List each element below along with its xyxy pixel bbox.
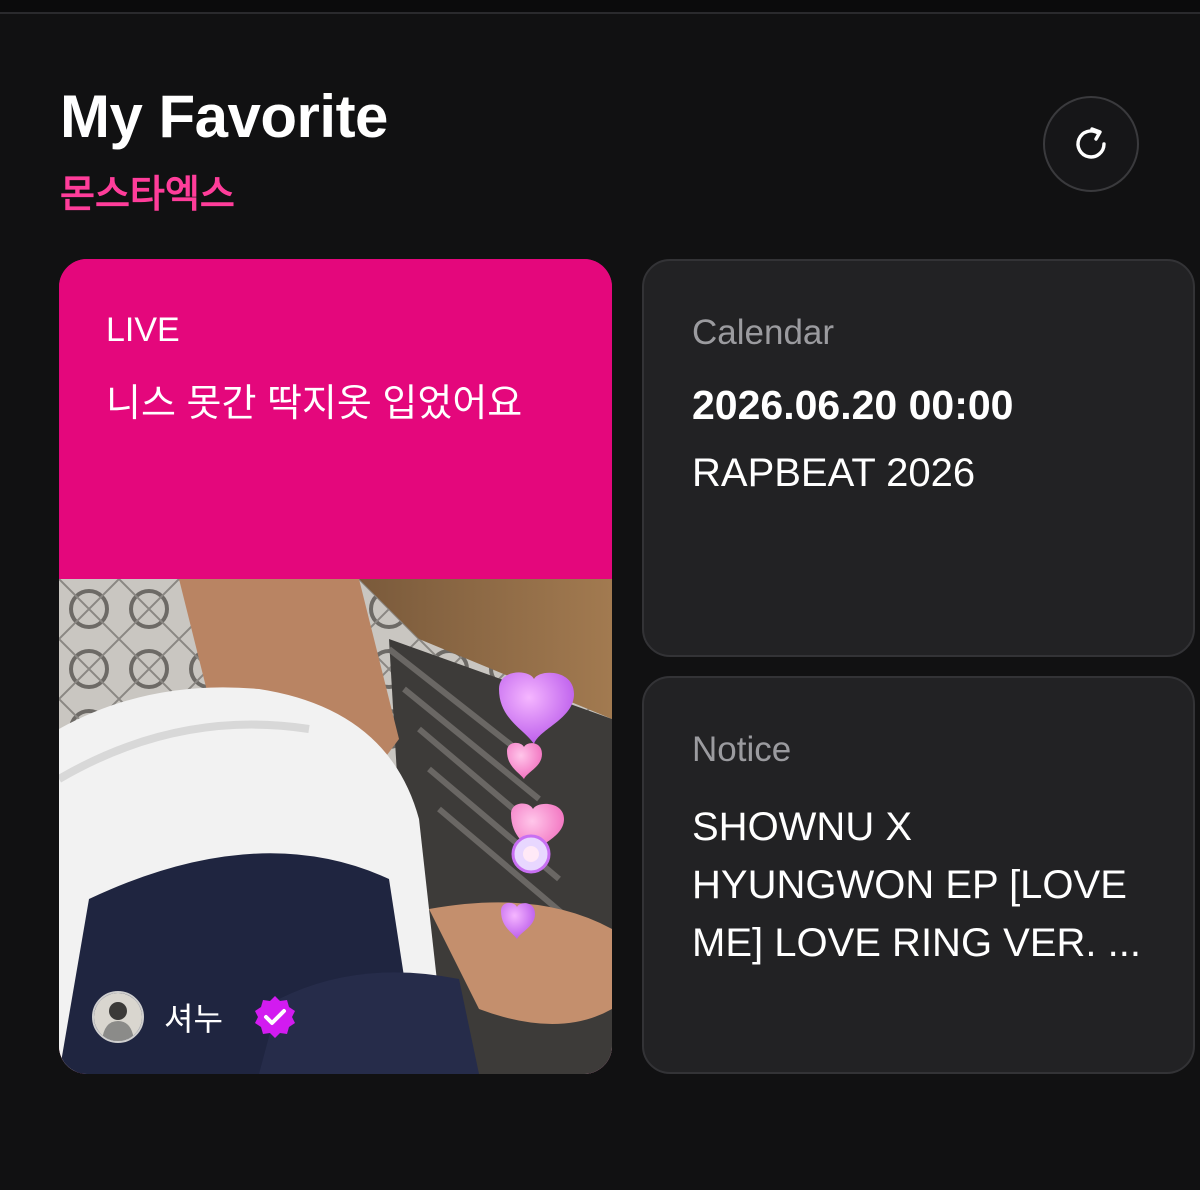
live-title: 니스 못간 딱지옷 입었어요 (106, 383, 523, 425)
refresh-icon (1076, 127, 1106, 159)
calendar-card[interactable]: Calendar 2026.06.20 00:00 RAPBEAT 2026 (642, 259, 1195, 657)
live-card[interactable]: LIVE 니스 못간 딱지옷 입었어요 셔누 (59, 259, 612, 1074)
notice-label: Notice (692, 730, 792, 769)
live-label: LIVE (106, 311, 180, 349)
live-header: LIVE 니스 못간 딱지옷 입었어요 (59, 259, 612, 579)
verified-badge-icon (254, 996, 295, 1038)
notice-text: SHOWNU X HYUNGWON EP [LOVE ME] LOVE RING… (692, 805, 1141, 965)
page-title: My Favorite (60, 83, 388, 150)
calendar-event: RAPBEAT 2026 (692, 451, 976, 495)
calendar-date: 2026.06.20 00:00 (692, 382, 1014, 428)
notice-card[interactable]: Notice SHOWNU X HYUNGWON EP [LOVE ME] LO… (642, 676, 1195, 1074)
live-user[interactable]: 셔누 (92, 991, 299, 1043)
artist-name: 몬스타엑스 (60, 174, 235, 216)
user-name: 셔누 (164, 1001, 223, 1037)
top-divider (0, 0, 1200, 14)
avatar (92, 991, 144, 1043)
refresh-button[interactable] (1043, 96, 1139, 192)
calendar-label: Calendar (692, 313, 835, 352)
